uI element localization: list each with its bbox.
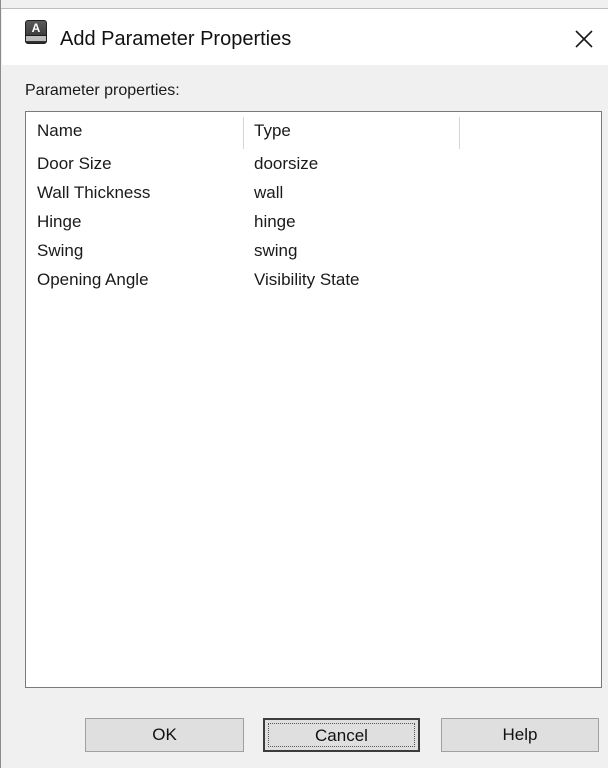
ok-button[interactable]: OK (85, 718, 244, 752)
row-type: hinge (254, 212, 296, 231)
row-type: doorsize (254, 154, 319, 173)
app-icon-letter: A (31, 21, 41, 35)
list-item[interactable]: Hinge hinge (26, 208, 601, 236)
column-header-name[interactable]: Name (37, 120, 82, 142)
cancel-button[interactable]: Cancel (263, 718, 420, 752)
row-name: Hinge (37, 212, 82, 231)
ok-button-label: OK (152, 725, 177, 744)
row-name: Opening Angle (37, 270, 149, 289)
column-separator[interactable] (243, 117, 244, 149)
row-type: wall (254, 183, 284, 202)
focus-rectangle (268, 723, 415, 747)
parameter-properties-label: Parameter properties: (25, 82, 180, 99)
row-name: Swing (37, 241, 84, 260)
parameter-properties-list[interactable]: Name Type Door Size doorsize Wall Thickn… (25, 111, 602, 688)
autocad-app-icon: A (25, 20, 47, 44)
row-name: Wall Thickness (37, 183, 151, 202)
list-item[interactable]: Door Size doorsize (26, 150, 601, 178)
list-item[interactable]: Swing swing (26, 237, 601, 265)
list-item[interactable]: Opening Angle Visibility State (26, 266, 601, 294)
row-type: swing (254, 241, 298, 260)
help-button-label: Help (502, 725, 538, 744)
dialog-title: Add Parameter Properties (60, 28, 292, 50)
row-name: Door Size (37, 154, 112, 173)
column-separator[interactable] (459, 117, 460, 149)
column-header-type[interactable]: Type (254, 120, 291, 142)
add-parameter-properties-dialog: A Add Parameter Properties Parameter pro… (0, 0, 608, 768)
list-item[interactable]: Wall Thickness wall (26, 179, 601, 207)
help-button[interactable]: Help (441, 718, 599, 752)
close-button[interactable] (569, 24, 599, 54)
row-type: Visibility State (254, 270, 360, 289)
close-icon (575, 30, 593, 48)
